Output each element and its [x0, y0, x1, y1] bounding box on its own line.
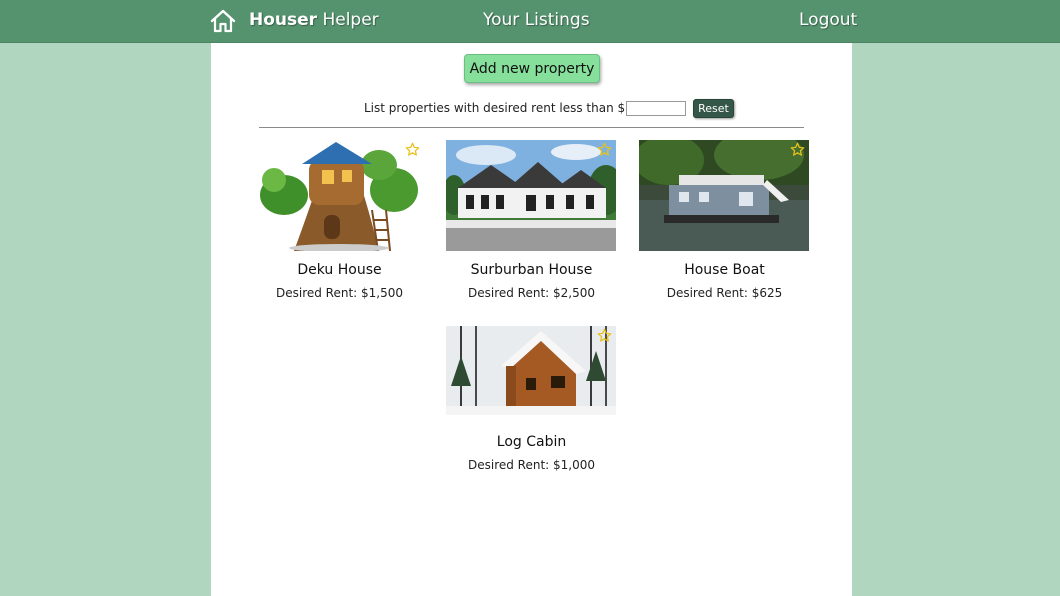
listing-name[interactable]: Deku House — [254, 262, 425, 278]
listing-photo[interactable] — [254, 140, 424, 251]
suburban-house-image — [446, 140, 616, 251]
listing-card[interactable]: Surburban House Desired Rent: $2,500 — [446, 140, 617, 300]
top-nav-bar: Houser Helper Your Listings Logout — [0, 0, 1060, 43]
listing-card[interactable]: Deku House Desired Rent: $1,500 — [254, 140, 425, 300]
listing-rent: Desired Rent: $1,500 — [275, 286, 404, 300]
brand-bold: Houser — [249, 10, 318, 30]
listing-rent: Desired Rent: $1,000 — [467, 458, 596, 472]
nav-your-listings[interactable]: Your Listings — [483, 10, 590, 30]
filter-label: List properties with desired rent less t… — [364, 101, 626, 115]
rent-filter: List properties with desired rent less t… — [364, 98, 734, 118]
listing-photo[interactable] — [639, 140, 809, 251]
content-panel: Add new property List properties with de… — [211, 43, 852, 596]
favorite-star-icon[interactable] — [790, 142, 805, 157]
listing-name[interactable]: Log Cabin — [446, 434, 617, 450]
listing-card[interactable]: House Boat Desired Rent: $625 — [639, 140, 810, 300]
listing-name[interactable]: House Boat — [639, 262, 810, 278]
listing-photo[interactable] — [446, 140, 616, 251]
nav-logout[interactable]: Logout — [799, 10, 857, 30]
favorite-star-icon[interactable] — [597, 328, 612, 343]
listing-rent: Desired Rent: $625 — [666, 286, 783, 300]
home-icon[interactable] — [210, 9, 236, 33]
listing-name[interactable]: Surburban House — [446, 262, 617, 278]
add-property-button[interactable]: Add new property — [464, 54, 600, 83]
divider — [259, 127, 804, 128]
listing-card[interactable]: Log Cabin Desired Rent: $1,000 — [446, 326, 617, 472]
favorite-star-icon[interactable] — [405, 142, 420, 157]
max-rent-input[interactable] — [626, 100, 687, 116]
houseboat-image — [639, 140, 809, 251]
listing-photo[interactable] — [446, 326, 616, 415]
treehouse-image — [254, 140, 424, 251]
brand-rest: Helper — [317, 10, 379, 30]
log-cabin-image — [446, 326, 616, 415]
favorite-star-icon[interactable] — [597, 142, 612, 157]
app-brand[interactable]: Houser Helper — [249, 10, 379, 30]
reset-button[interactable]: Reset — [693, 98, 734, 118]
listing-rent: Desired Rent: $2,500 — [467, 286, 596, 300]
